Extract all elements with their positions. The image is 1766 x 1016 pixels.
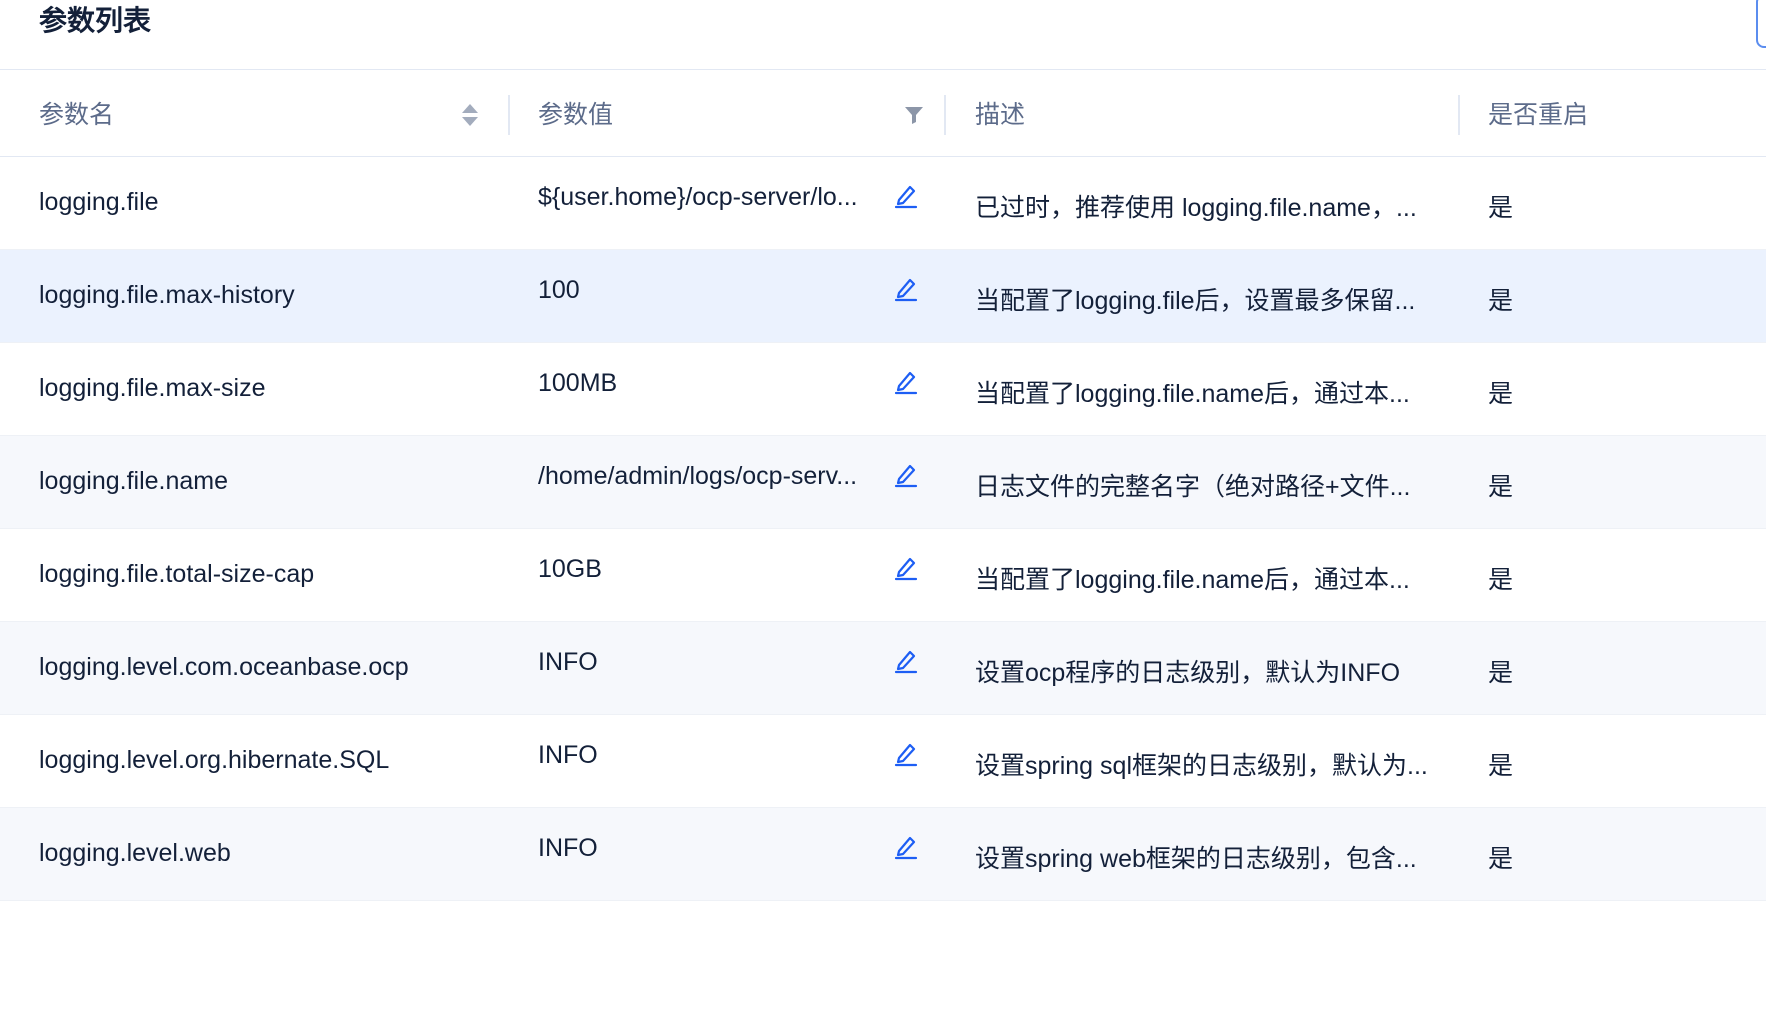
edit-icon[interactable] xyxy=(893,182,919,210)
cell-desc: 设置spring sql框架的日志级别，默认为... xyxy=(975,752,1428,780)
cell-desc: 已过时，推荐使用 logging.file.name，... xyxy=(975,194,1417,222)
column-header-restart-label: 是否重启 xyxy=(1488,101,1589,129)
cell-value: INFO xyxy=(538,741,598,769)
cell-desc: 当配置了logging.file.name后，通过本... xyxy=(975,380,1410,408)
table-row[interactable]: logging.file.total-size-cap 10GB 当配置了log… xyxy=(0,529,1766,622)
table-header: 参数名 参数值 描述 是否重启 xyxy=(0,70,1766,157)
table-row[interactable]: logging.file ${user.home}/ocp-server/lo.… xyxy=(0,157,1766,250)
cell-value: 100 xyxy=(538,276,580,304)
table-row[interactable]: logging.file.max-size 100MB 当配置了logging.… xyxy=(0,343,1766,436)
column-header-restart: 是否重启 xyxy=(1488,70,1766,156)
cell-restart: 是 xyxy=(1488,287,1514,315)
cell-restart: 是 xyxy=(1488,380,1514,408)
cell-restart: 是 xyxy=(1488,845,1514,873)
column-separator[interactable] xyxy=(944,95,946,135)
page-title: 参数列表 xyxy=(39,5,152,36)
table-body: logging.file ${user.home}/ocp-server/lo.… xyxy=(0,157,1766,901)
column-header-desc: 描述 xyxy=(975,70,1445,156)
edit-icon[interactable] xyxy=(893,647,919,675)
parameter-table: 参数名 参数值 描述 是否重启 logging.file ${user.home… xyxy=(0,70,1766,901)
cell-name: logging.file.name xyxy=(39,467,229,495)
cell-name: logging.level.com.oceanbase.ocp xyxy=(39,653,409,681)
cell-name: logging.file.max-size xyxy=(39,374,266,402)
table-row[interactable]: logging.level.web INFO 设置spring web框架的日志… xyxy=(0,808,1766,901)
column-header-value: 参数值 xyxy=(538,70,928,156)
table-row[interactable]: logging.file.name /home/admin/logs/ocp-s… xyxy=(0,436,1766,529)
edit-icon[interactable] xyxy=(893,461,919,489)
cell-restart: 是 xyxy=(1488,194,1514,222)
cell-name: logging.level.org.hibernate.SQL xyxy=(39,746,390,774)
table-row[interactable]: logging.level.com.oceanbase.ocp INFO 设置o… xyxy=(0,622,1766,715)
cell-value: /home/admin/logs/ocp-serv... xyxy=(538,462,858,490)
cell-value: ${user.home}/ocp-server/lo... xyxy=(538,183,858,211)
corner-button[interactable] xyxy=(1756,0,1766,48)
column-header-desc-label: 描述 xyxy=(975,101,1026,129)
edit-icon[interactable] xyxy=(893,368,919,396)
cell-restart: 是 xyxy=(1488,659,1514,687)
edit-icon[interactable] xyxy=(893,740,919,768)
edit-icon[interactable] xyxy=(893,275,919,303)
cell-restart: 是 xyxy=(1488,473,1514,501)
column-header-value-label: 参数值 xyxy=(538,101,614,129)
table-row[interactable]: logging.file.max-history 100 当配置了logging… xyxy=(0,250,1766,343)
sort-icon[interactable] xyxy=(461,102,479,128)
cell-desc: 当配置了logging.file后，设置最多保留... xyxy=(975,287,1416,315)
cell-value: 100MB xyxy=(538,369,618,397)
filter-icon[interactable] xyxy=(904,105,924,125)
column-header-name-label: 参数名 xyxy=(39,101,115,129)
table-row[interactable]: logging.level.org.hibernate.SQL INFO 设置s… xyxy=(0,715,1766,808)
cell-desc: 设置ocp程序的日志级别，默认为INFO xyxy=(975,659,1401,687)
edit-icon[interactable] xyxy=(893,833,919,861)
column-header-name[interactable]: 参数名 xyxy=(39,70,489,156)
cell-name: logging.level.web xyxy=(39,839,231,867)
column-separator[interactable] xyxy=(1458,95,1460,135)
edit-icon[interactable] xyxy=(893,554,919,582)
cell-desc: 当配置了logging.file.name后，通过本... xyxy=(975,566,1410,594)
cell-name: logging.file.total-size-cap xyxy=(39,560,315,588)
cell-value: INFO xyxy=(538,648,598,676)
cell-value: INFO xyxy=(538,834,598,862)
cell-restart: 是 xyxy=(1488,752,1514,780)
cell-desc: 设置spring web框架的日志级别，包含... xyxy=(975,845,1417,873)
cell-restart: 是 xyxy=(1488,566,1514,594)
cell-desc: 日志文件的完整名字（绝对路径+文件... xyxy=(975,473,1411,501)
column-separator[interactable] xyxy=(508,95,510,135)
cell-name: logging.file xyxy=(39,188,159,216)
cell-value: 10GB xyxy=(538,555,602,583)
cell-name: logging.file.max-history xyxy=(39,281,295,309)
